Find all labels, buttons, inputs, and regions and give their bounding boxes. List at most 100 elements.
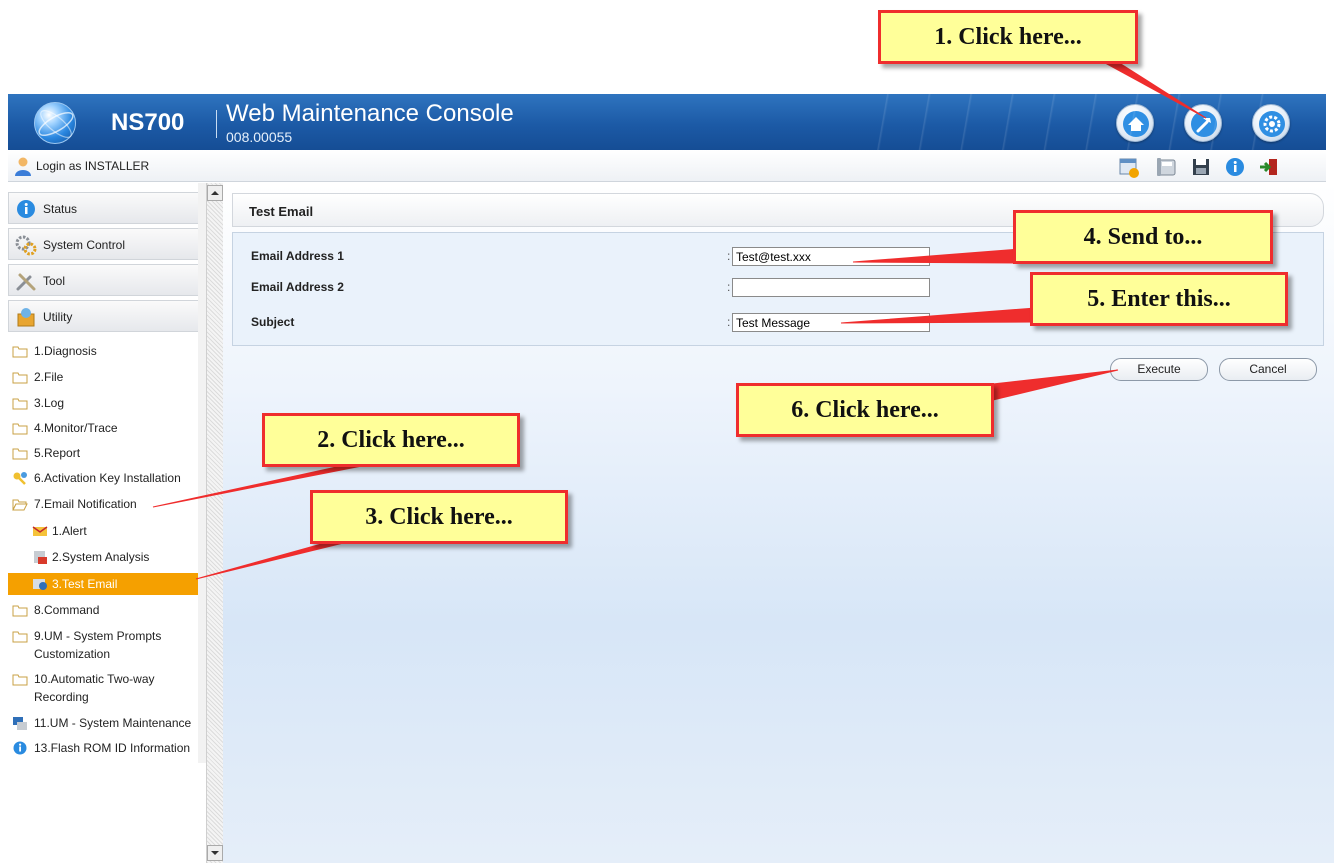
home-button[interactable]: [1116, 104, 1154, 142]
system-control-icon: [15, 235, 37, 256]
tree-item-report[interactable]: 5.Report: [8, 445, 206, 461]
field-colon: :: [727, 315, 731, 329]
folder-icon: [12, 674, 28, 686]
folder-icon: [12, 398, 28, 410]
email-address-1-input[interactable]: [732, 247, 930, 266]
tree-label-line2: Recording: [34, 690, 89, 704]
scroll-up-arrow[interactable]: [207, 185, 223, 201]
tree-label: 9.UM - System Prompts: [34, 629, 162, 643]
scroll-down-arrow[interactable]: [207, 845, 223, 861]
app-header: NS700 Web Maintenance Console 008.00055: [8, 94, 1326, 150]
callout-step-2: 2. Click here...: [262, 413, 520, 467]
login-bar: Login as INSTALLER: [8, 150, 1326, 182]
email-address-1-label: Email Address 1: [251, 249, 344, 263]
tool-icon: [16, 273, 36, 291]
tree-label: 1.Alert: [52, 524, 87, 538]
page-title: Test Email: [249, 204, 314, 219]
app-title: Web Maintenance Console: [226, 100, 514, 127]
tree-item-flash-rom-id[interactable]: 13.Flash ROM ID Information: [8, 740, 206, 756]
section-utility[interactable]: Utility: [8, 300, 206, 332]
maintenance-icon: [13, 717, 27, 730]
sidebar-gutter: [198, 183, 206, 763]
tree-label: 5.Report: [34, 446, 81, 460]
tree-item-email-notification[interactable]: 7.Email Notification: [8, 496, 206, 512]
tool-icon: [1191, 111, 1217, 137]
key-icon: [13, 472, 27, 485]
cancel-button[interactable]: Cancel: [1219, 358, 1317, 381]
tree-item-activation-key[interactable]: 6.Activation Key Installation: [8, 470, 206, 486]
section-label: System Control: [43, 238, 126, 252]
folder-icon: [12, 631, 28, 643]
chevron-down-icon: [211, 851, 219, 855]
subject-input[interactable]: [732, 313, 930, 332]
tree-label: 1.Diagnosis: [34, 344, 97, 358]
analysis-icon: [34, 551, 47, 564]
app-version: 008.00055: [226, 129, 293, 145]
status-icon: [17, 200, 35, 218]
tree-label: 7.Email Notification: [34, 497, 137, 511]
user-icon: [15, 157, 31, 176]
folder-icon: [12, 346, 28, 358]
section-label: Utility: [43, 310, 73, 324]
open-folder-icon: [12, 499, 28, 511]
tree-item-um-system-maintenance[interactable]: 11.UM - System Maintenance: [8, 715, 206, 731]
tree-item-um-system-prompts[interactable]: 9.UM - System Prompts Customization: [8, 628, 206, 662]
folder-icon: [12, 605, 28, 617]
folder-icon: [12, 423, 28, 435]
callout-step-5: 5. Enter this...: [1030, 272, 1288, 326]
tree-item-system-analysis[interactable]: 2.System Analysis: [8, 549, 206, 565]
folder-icon: [12, 448, 28, 460]
mail-icon: [32, 526, 48, 536]
info-icon[interactable]: [1224, 156, 1246, 178]
chevron-up-icon: [211, 191, 219, 195]
tree-label-line2: Customization: [34, 647, 111, 661]
section-system-control[interactable]: System Control: [8, 228, 206, 260]
tree-label: 3.Log: [34, 396, 65, 410]
section-tool[interactable]: Tool: [8, 264, 206, 296]
tree-item-log[interactable]: 3.Log: [8, 395, 206, 411]
tree-label: 3.Test Email: [52, 577, 118, 591]
tree-item-command[interactable]: 8.Command: [8, 602, 206, 618]
callout-step-3: 3. Click here...: [310, 490, 568, 544]
execute-button[interactable]: Execute: [1110, 358, 1208, 381]
tree-label: 4.Monitor/Trace: [34, 421, 118, 435]
header-separator: [216, 110, 217, 138]
login-status: Login as INSTALLER: [36, 159, 150, 173]
section-status[interactable]: Status: [8, 192, 206, 224]
save-icon[interactable]: [1190, 156, 1212, 178]
callout-step-1: 1. Click here...: [878, 10, 1138, 64]
email-address-2-label: Email Address 2: [251, 280, 344, 294]
tool-button[interactable]: [1184, 104, 1222, 142]
tree-item-test-email[interactable]: 3.Test Email: [8, 573, 206, 595]
callout-step-6: 6. Click here...: [736, 383, 994, 437]
tree-label: 6.Activation Key Installation: [34, 471, 181, 485]
tree-item-monitor-trace[interactable]: 4.Monitor/Trace: [8, 420, 206, 436]
tree-label: 8.Command: [34, 603, 100, 617]
tree-item-diagnosis[interactable]: 1.Diagnosis: [8, 343, 206, 359]
settings-button[interactable]: [1252, 104, 1290, 142]
folder-icon: [12, 372, 28, 384]
globe-logo-icon: [34, 102, 76, 144]
test-email-icon: [33, 579, 47, 590]
tree-label: 2.File: [34, 370, 64, 384]
home-icon: [1123, 111, 1149, 137]
field-colon: :: [727, 249, 731, 263]
email-address-2-input[interactable]: [732, 278, 930, 297]
phone-icon[interactable]: [1156, 156, 1178, 178]
info-icon: [13, 741, 27, 755]
tree-item-file[interactable]: 2.File: [8, 369, 206, 385]
sidebar: Status System Control Tool Utility 1.Dia…: [8, 183, 206, 763]
product-name: NS700: [111, 109, 185, 136]
sidebar-scrollbar[interactable]: [206, 183, 223, 863]
settings-icon: [1259, 111, 1285, 137]
tree-label: 2.System Analysis: [52, 550, 150, 564]
section-label: Status: [43, 202, 78, 216]
tree-item-alert[interactable]: 1.Alert: [8, 523, 206, 539]
tree-label: 11.UM - System Maintenance: [34, 716, 192, 730]
notification-icon[interactable]: [1118, 156, 1140, 178]
tree-item-automatic-two-way[interactable]: 10.Automatic Two-way Recording: [8, 671, 206, 705]
logout-icon[interactable]: [1258, 156, 1280, 178]
field-colon: :: [727, 280, 731, 294]
section-label: Tool: [43, 274, 66, 288]
tree-label: 13.Flash ROM ID Information: [34, 741, 191, 755]
